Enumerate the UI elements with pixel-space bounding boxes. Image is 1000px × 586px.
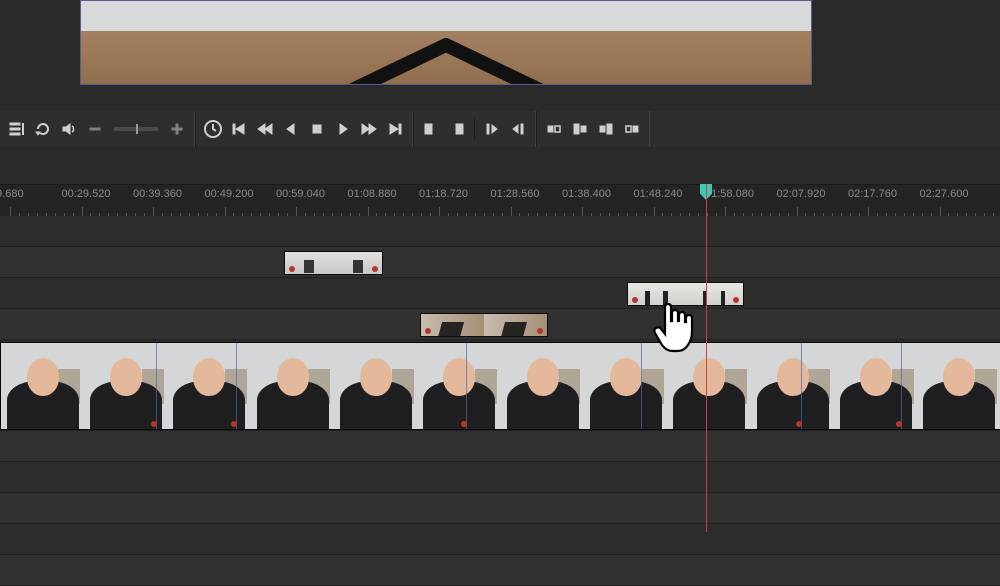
ruler-label: 00:59.040 [276,188,325,200]
clip-v3[interactable] [284,251,383,275]
step-back-icon[interactable] [280,118,302,140]
toolbar-group-transport [195,111,413,147]
ruler-label: 00:39.360 [133,188,182,200]
clip-thumbnail [918,343,1000,429]
minus-icon[interactable] [84,118,106,140]
track-a4[interactable] [0,524,1000,555]
skip-start-icon[interactable] [228,118,250,140]
ruler-label: 00:49.200 [205,188,254,200]
arrange-d-icon[interactable] [621,118,643,140]
ruler-label: 01:28.560 [491,188,540,200]
clip-thumbnail [834,343,917,429]
track-v1[interactable] [0,340,1000,431]
clip-thumbnail [251,343,334,429]
clip-thumbnail [334,343,417,429]
toolbar-group-edit [413,111,536,147]
track-v2b[interactable] [0,309,1000,340]
track-a1[interactable] [0,431,1000,462]
split-left-icon[interactable] [420,118,442,140]
play-icon[interactable] [332,118,354,140]
track-a2[interactable] [0,462,1000,493]
clip-v2b[interactable] [420,313,548,337]
split-right-icon[interactable] [446,118,468,140]
ruler-label: 01:38.400 [562,188,611,200]
ruler-label: 01:48.240 [634,188,683,200]
ruler-label: 01:08.880 [348,188,397,200]
clip-thumbnail [668,343,751,429]
toolbar-group-modes [0,111,195,147]
track-v3[interactable] [0,247,1000,278]
loop-icon[interactable] [32,118,54,140]
rewind-icon[interactable] [254,118,276,140]
skip-end-icon[interactable] [384,118,406,140]
clock-icon[interactable] [202,118,224,140]
arrange-a-icon[interactable] [543,118,565,140]
stop-icon[interactable] [306,118,328,140]
ruler-label: 19.680 [0,188,24,200]
timeline-tracks[interactable] [0,216,1000,532]
clip-v1-main[interactable] [0,342,1000,430]
track-v2a[interactable] [0,278,1000,309]
ruler-label: 02:27.600 [920,188,969,200]
plus-icon[interactable] [166,118,188,140]
clip-thumbnail [168,343,251,429]
preview-monitor[interactable] [80,0,812,85]
ruler-label: 01:58.080 [705,188,754,200]
clip-thumbnail [501,343,584,429]
speaker-icon[interactable] [58,118,80,140]
ruler-label: 02:07.920 [777,188,826,200]
arrange-c-icon[interactable] [595,118,617,140]
ruler-label: 00:29.520 [62,188,111,200]
fast-fwd-icon[interactable] [358,118,380,140]
clip-thumbnail [418,343,501,429]
list-icon[interactable] [6,118,28,140]
ruler-label: 02:17.760 [848,188,897,200]
clip-v2a[interactable] [627,282,744,306]
clip-thumbnail [1,343,84,429]
arrange-b-icon[interactable] [569,118,591,140]
transport-toolbar [0,111,1000,147]
preview-frame [81,1,811,84]
ruler-label: 01:18.720 [419,188,468,200]
timeline-ruler[interactable]: 19.680 00:29.520 00:39.360 00:49.200 00:59.0… [0,184,1000,218]
track-v4[interactable] [0,216,1000,247]
track-a3[interactable] [0,493,1000,524]
clip-thumbnail [584,343,667,429]
in-point-icon[interactable] [481,118,503,140]
out-point-icon[interactable] [507,118,529,140]
clip-thumbnail [751,343,834,429]
track-a5[interactable] [0,555,1000,586]
preview-area [0,0,1000,92]
volume-slider[interactable] [114,127,158,131]
toolbar-group-arrange [536,111,650,147]
